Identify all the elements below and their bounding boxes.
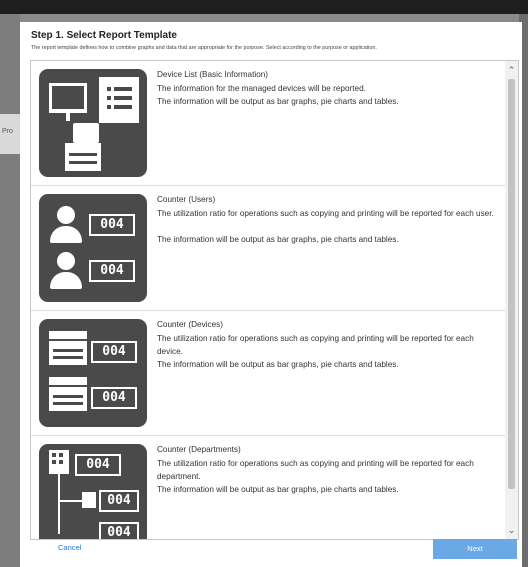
printer-tray-line <box>53 402 83 405</box>
document-line <box>114 105 132 109</box>
document-bullet <box>107 105 111 109</box>
template-name: Counter (Devices) <box>157 320 223 329</box>
counter-devices-icon: 004 004 <box>39 319 147 427</box>
counter-display: 004 <box>89 260 135 282</box>
dialog-title: Step 1. Select Report Template <box>31 30 177 41</box>
template-list[interactable]: Device List (Basic Information) The info… <box>30 60 519 540</box>
user-head-shape <box>57 206 75 224</box>
printer-tray-line <box>53 356 83 359</box>
template-description-line: The information will be output as bar gr… <box>157 485 399 494</box>
printer-tray-line <box>53 395 83 398</box>
monitor-stand <box>66 113 70 121</box>
printer-tray-line <box>53 349 83 352</box>
counter-display: 004 <box>91 387 137 409</box>
tree-connector-line <box>58 474 60 534</box>
counter-display: 004 <box>99 522 139 539</box>
counter-display: 004 <box>75 454 121 476</box>
scroll-down-icon[interactable]: ⌄ <box>505 523 518 537</box>
template-description-line: The utilization ratio for operations suc… <box>157 459 474 481</box>
user-body-shape <box>50 272 82 289</box>
monitor-screen <box>52 86 84 109</box>
document-shape <box>99 77 139 123</box>
document-bullet <box>107 96 111 100</box>
template-description-line: The information will be output as bar gr… <box>157 97 399 106</box>
document-bullet <box>107 87 111 91</box>
template-description-line: The information for the managed devices … <box>157 84 366 93</box>
app-title-bar <box>0 0 528 14</box>
document-line <box>114 96 132 100</box>
counter-departments-icon: 004 004 004 <box>39 444 147 539</box>
department-shape <box>82 492 96 508</box>
printer-shape-2 <box>65 143 101 171</box>
building-window <box>59 460 63 464</box>
background-side-tab: Pro <box>0 114 20 154</box>
printer-shape-1 <box>73 123 99 143</box>
template-description-line: The information will be output as bar gr… <box>157 235 399 244</box>
scrollbar-thumb[interactable] <box>508 79 515 489</box>
counter-users-icon: 004 004 <box>39 194 147 302</box>
building-window <box>59 453 63 457</box>
user-head-shape <box>57 252 75 270</box>
printer-top-shape <box>49 377 87 385</box>
background-side-tab-label: Pro <box>2 128 13 135</box>
cancel-button[interactable]: Cancel <box>58 543 81 552</box>
building-window <box>52 453 56 457</box>
template-item-counter-departments[interactable]: 004 004 004 Counter (Departments) The ut… <box>31 436 506 539</box>
template-item-device-list[interactable]: Device List (Basic Information) The info… <box>31 61 506 186</box>
tree-connector-line <box>58 500 82 502</box>
user-body-shape <box>50 226 82 243</box>
template-description-line: The utilization ratio for operations suc… <box>157 209 494 218</box>
building-window <box>52 460 56 464</box>
printer-tray-line <box>69 153 97 156</box>
printer-body-shape <box>49 341 87 365</box>
dialog-description: The report template defines how to combi… <box>31 45 377 51</box>
template-description-line: The information will be output as bar gr… <box>157 360 399 369</box>
document-line <box>114 87 132 91</box>
printer-body-shape <box>49 387 87 411</box>
template-name: Device List (Basic Information) <box>157 70 269 79</box>
scroll-up-icon[interactable]: ⌃ <box>505 63 518 77</box>
printer-top-shape <box>49 331 87 339</box>
printer-tray-line <box>69 161 97 164</box>
counter-display: 004 <box>91 341 137 363</box>
template-item-counter-devices[interactable]: 004 004 Counter (Devices) The utilizatio… <box>31 311 506 436</box>
template-name: Counter (Departments) <box>157 445 241 454</box>
device-list-icon <box>39 69 147 177</box>
next-button[interactable]: Next <box>433 539 517 559</box>
select-report-template-dialog: Step 1. Select Report Template The repor… <box>20 22 522 567</box>
background-app-panel: Pro <box>0 14 20 567</box>
template-description-line: The utilization ratio for operations suc… <box>157 334 474 356</box>
template-item-counter-users[interactable]: 004 004 Counter (Users) The utilization … <box>31 186 506 311</box>
template-list-scrollbar[interactable]: ⌃ ⌄ <box>505 61 518 539</box>
template-name: Counter (Users) <box>157 195 216 204</box>
counter-display: 004 <box>99 490 139 512</box>
counter-display: 004 <box>89 214 135 236</box>
